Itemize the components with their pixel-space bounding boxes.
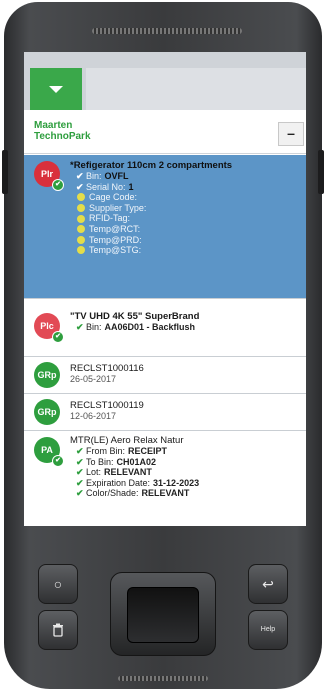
item-title: *Refigerator 110cm 2 compartments [70,160,233,171]
menu-dropdown-button[interactable] [30,68,82,110]
task-type-badge: Plr ✔ [34,161,64,191]
app-screen: Maarten TechnoPark – Plr ✔ *Refigerator … [24,52,306,526]
field-row: Cage Code: [70,192,232,203]
check-icon: ✔ [76,171,84,181]
item-title: RECLST1000116 [70,363,144,374]
collapse-button[interactable]: – [278,122,304,146]
back-key[interactable]: ↩ [248,564,288,604]
field-row: ✔ Serial No: 1 [76,181,134,192]
company-name: Maarten TechnoPark [34,120,91,142]
list-item[interactable]: Plc ✔ "TV UHD 4K 55" SuperBrand ✔ Bin: AA0… [24,299,306,357]
item-body: "TV UHD 4K 55" SuperBrand ✔ Bin: AA06D01 -… [70,311,199,333]
check-circle-icon: ✔ [52,331,64,343]
pending-dot-icon [77,204,85,213]
badge-label: Plr [40,169,53,179]
chevron-down-icon [49,85,63,93]
check-icon: ✔ [76,477,84,488]
list-item[interactable]: GRp RECLST1000119 12-06-2017 [24,394,306,431]
trash-key[interactable] [38,610,78,650]
item-body: RECLST1000116 26-05-2017 [70,363,144,384]
field-row: ✔ From Bin: RECEIPT [76,446,168,456]
field-row: ✔ To Bin: CH01A02 [76,456,157,467]
field-row: ✔ Color/Shade: RELEVANT [76,488,190,499]
field-row: Temp@RCT: [70,224,232,235]
check-icon: ✔ [76,467,84,478]
item-body: MTR(LE) Aero Relax Natur ✔ From Bin: RECEI… [70,435,199,499]
list-item[interactable]: Plr ✔ *Refigerator 110cm 2 compartments … [24,155,306,299]
check-icon: ✔ [76,488,84,499]
item-title: RECLST1000119 [70,400,144,411]
task-type-badge: GRp [34,399,60,425]
field-row: ✔ Bin: OVFL [76,171,129,181]
trash-icon [53,623,63,637]
list-item[interactable]: PA ✔ MTR(LE) Aero Relax Natur ✔ From Bin:… [24,431,306,526]
check-icon: ✔ [76,322,84,332]
pending-dot-icon [77,246,85,255]
item-date: 26-05-2017 [70,374,117,384]
item-title: "TV UHD 4K 55" SuperBrand [70,311,200,322]
check-icon: ✔ [76,456,84,467]
check-circle-icon: ✔ [52,179,64,191]
task-type-badge: Plc ✔ [34,313,64,343]
badge-label: PA [41,445,53,455]
device-speaker-grill [92,28,242,34]
check-circle-icon: ✔ [52,455,64,467]
top-input-field[interactable] [86,68,306,110]
field-row: RFID-Tag: [70,213,232,224]
list-item[interactable]: GRp RECLST1000116 26-05-2017 [24,357,306,394]
pending-dot-icon [77,235,85,244]
scan-trigger-button[interactable] [110,572,216,656]
item-body: *Refigerator 110cm 2 compartments ✔ Bin: O… [70,160,232,256]
app-topbar [24,52,306,110]
badge-label: GRp [37,370,57,380]
check-icon: ✔ [76,181,84,192]
task-list: Plr ✔ *Refigerator 110cm 2 compartments … [24,155,306,526]
device-bottom-grill [118,676,208,681]
task-type-badge: PA ✔ [34,437,64,467]
pending-dot-icon [77,193,85,202]
task-type-badge: GRp [34,362,60,388]
company-name-line2: TechnoPark [34,131,91,142]
item-date: 12-06-2017 [70,411,117,421]
side-button-right[interactable] [318,150,324,194]
item-title: MTR(LE) Aero Relax Natur [70,435,184,446]
field-row: Temp@STG: [70,245,232,256]
badge-label: Plc [40,321,54,331]
pending-dot-icon [77,225,85,234]
scanner-window [127,587,199,643]
field-row: ✔ Bin: AA06D01 - Backflush [76,322,196,332]
field-row: Temp@PRD: [70,235,232,246]
context-header: Maarten TechnoPark – [24,110,306,154]
help-key[interactable]: Help [248,610,288,650]
field-row: ✔ Lot: RELEVANT [76,467,152,478]
pending-dot-icon [77,214,85,223]
check-icon: ✔ [76,446,84,456]
side-button-left[interactable] [2,150,8,194]
field-row: Supplier Type: [70,203,232,214]
company-name-line1: Maarten [34,120,73,131]
hardware-keypad: ○ ↩ Help [20,560,306,672]
field-row: ✔ Expiration Date: 31-12-2023 [76,477,200,488]
item-body: RECLST1000119 12-06-2017 [70,400,144,421]
circle-key[interactable]: ○ [38,564,78,604]
badge-label: GRp [37,407,57,417]
